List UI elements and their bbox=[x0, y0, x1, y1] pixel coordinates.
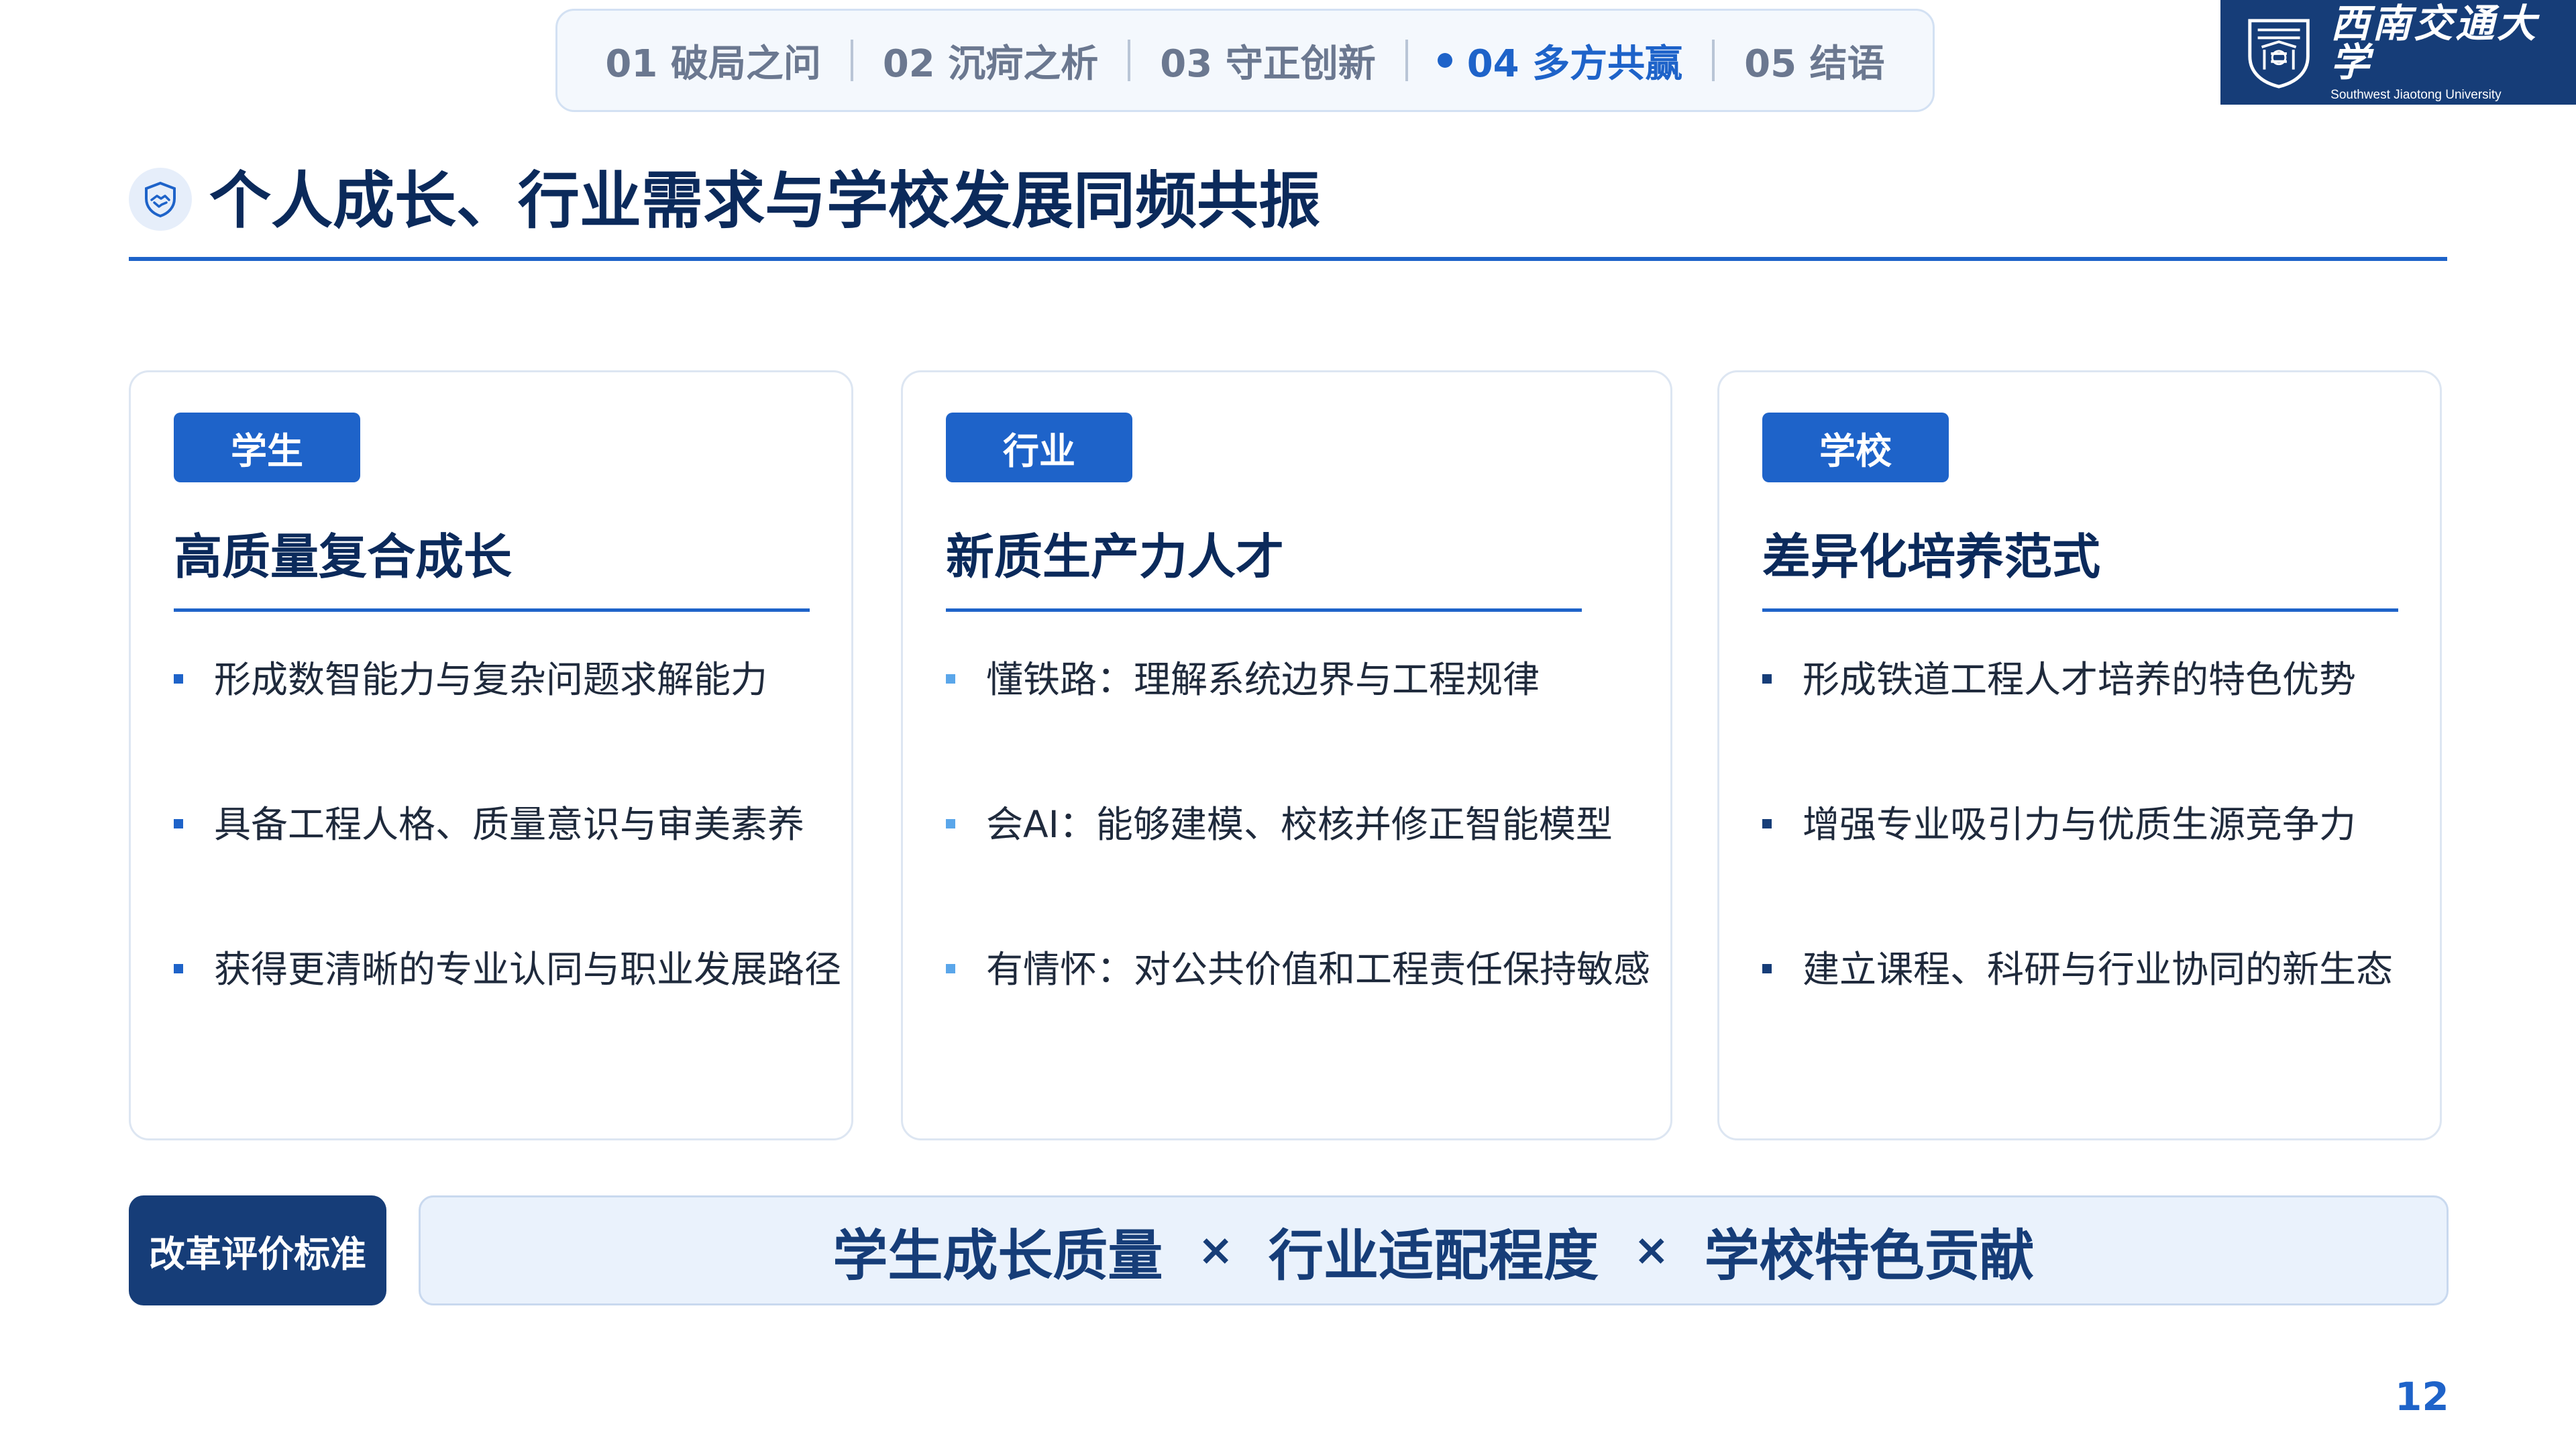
title-underline bbox=[129, 257, 2447, 261]
nav-item-01[interactable]: 01 破局之问 bbox=[576, 34, 850, 88]
square-bullet-icon bbox=[946, 819, 955, 828]
criteria-term-school: 学校特色贡献 bbox=[1704, 1224, 2035, 1288]
list-item: 懂铁路：理解系统边界与工程规律 bbox=[946, 654, 1650, 799]
square-bullet-icon bbox=[1762, 964, 1772, 973]
section-nav: 01 破局之问 02 沉疴之析 03 守正创新 04 多方共赢 05 结语 bbox=[555, 9, 1935, 112]
card-heading: 差异化培养范式 bbox=[1762, 529, 2101, 585]
card-list: 懂铁路：理解系统边界与工程规律 会AI：能够建模、校核并修正智能模型 有情怀：对… bbox=[946, 654, 1650, 1089]
criteria-label: 改革评价标准 bbox=[129, 1195, 386, 1305]
list-item: 增强专业吸引力与优质生源竞争力 bbox=[1762, 799, 2393, 944]
card-student: 学生 高质量复合成长 形成数智能力与复杂问题求解能力 具备工程人格、质量意识与审… bbox=[129, 370, 853, 1140]
card-heading: 新质生产力人才 bbox=[946, 529, 1285, 585]
university-name-cn: 西南交通大学 bbox=[2330, 0, 2539, 85]
square-bullet-icon bbox=[946, 674, 955, 684]
card-school: 学校 差异化培养范式 形成铁道工程人才培养的特色优势 增强专业吸引力与优质生源竞… bbox=[1717, 370, 2442, 1140]
nav-item-03[interactable]: 03 守正创新 bbox=[1130, 34, 1405, 88]
multiply-icon: × bbox=[1197, 1226, 1234, 1275]
card-heading: 高质量复合成长 bbox=[174, 529, 513, 585]
page-number: 12 bbox=[2395, 1374, 2449, 1419]
square-bullet-icon bbox=[174, 964, 183, 973]
square-bullet-icon bbox=[946, 964, 955, 973]
square-bullet-icon bbox=[1762, 674, 1772, 684]
page-title: 个人成长、行业需求与学校发展同频共振 bbox=[209, 165, 1321, 237]
active-dot-icon bbox=[1437, 53, 1452, 68]
card-badge: 行业 bbox=[946, 413, 1132, 482]
card-list: 形成数智能力与复杂问题求解能力 具备工程人格、质量意识与审美素养 获得更清晰的专… bbox=[174, 654, 841, 1089]
criteria-term-student: 学生成长质量 bbox=[833, 1224, 1163, 1288]
square-bullet-icon bbox=[174, 674, 183, 684]
university-seal-icon bbox=[2248, 19, 2310, 89]
card-underline bbox=[174, 608, 810, 612]
card-list: 形成铁道工程人才培养的特色优势 增强专业吸引力与优质生源竞争力 建立课程、科研与… bbox=[1762, 654, 2393, 1089]
card-underline bbox=[946, 608, 1582, 612]
nav-item-02[interactable]: 02 沉疴之析 bbox=[853, 34, 1128, 88]
multiply-icon: × bbox=[1633, 1226, 1670, 1275]
card-badge: 学生 bbox=[174, 413, 360, 482]
criteria-term-industry: 行业适配程度 bbox=[1268, 1224, 1599, 1288]
list-item: 获得更清晰的专业认同与职业发展路径 bbox=[174, 944, 841, 1089]
list-item: 具备工程人格、质量意识与审美素养 bbox=[174, 799, 841, 944]
square-bullet-icon bbox=[174, 819, 183, 828]
square-bullet-icon bbox=[1762, 819, 1772, 828]
nav-item-05[interactable]: 05 结语 bbox=[1715, 34, 1914, 88]
list-item: 会AI：能够建模、校核并修正智能模型 bbox=[946, 799, 1650, 944]
criteria-formula: 学生成长质量 × 行业适配程度 × 学校特色贡献 bbox=[419, 1195, 2449, 1305]
university-logo: 西南交通大学 Southwest Jiaotong University bbox=[2220, 0, 2576, 105]
handshake-icon bbox=[145, 181, 176, 218]
card-underline bbox=[1762, 608, 2398, 612]
list-item: 形成铁道工程人才培养的特色优势 bbox=[1762, 654, 2393, 799]
list-item: 有情怀：对公共价值和工程责任保持敏感 bbox=[946, 944, 1650, 1089]
university-name-en: Southwest Jiaotong University bbox=[2330, 87, 2502, 102]
list-item: 形成数智能力与复杂问题求解能力 bbox=[174, 654, 841, 799]
card-industry: 行业 新质生产力人才 懂铁路：理解系统边界与工程规律 会AI：能够建模、校核并修… bbox=[901, 370, 1672, 1140]
list-item: 建立课程、科研与行业协同的新生态 bbox=[1762, 944, 2393, 1089]
card-badge: 学校 bbox=[1762, 413, 1949, 482]
handshake-shield-icon bbox=[129, 168, 192, 231]
nav-item-04-active[interactable]: 04 多方共赢 bbox=[1408, 34, 1712, 88]
